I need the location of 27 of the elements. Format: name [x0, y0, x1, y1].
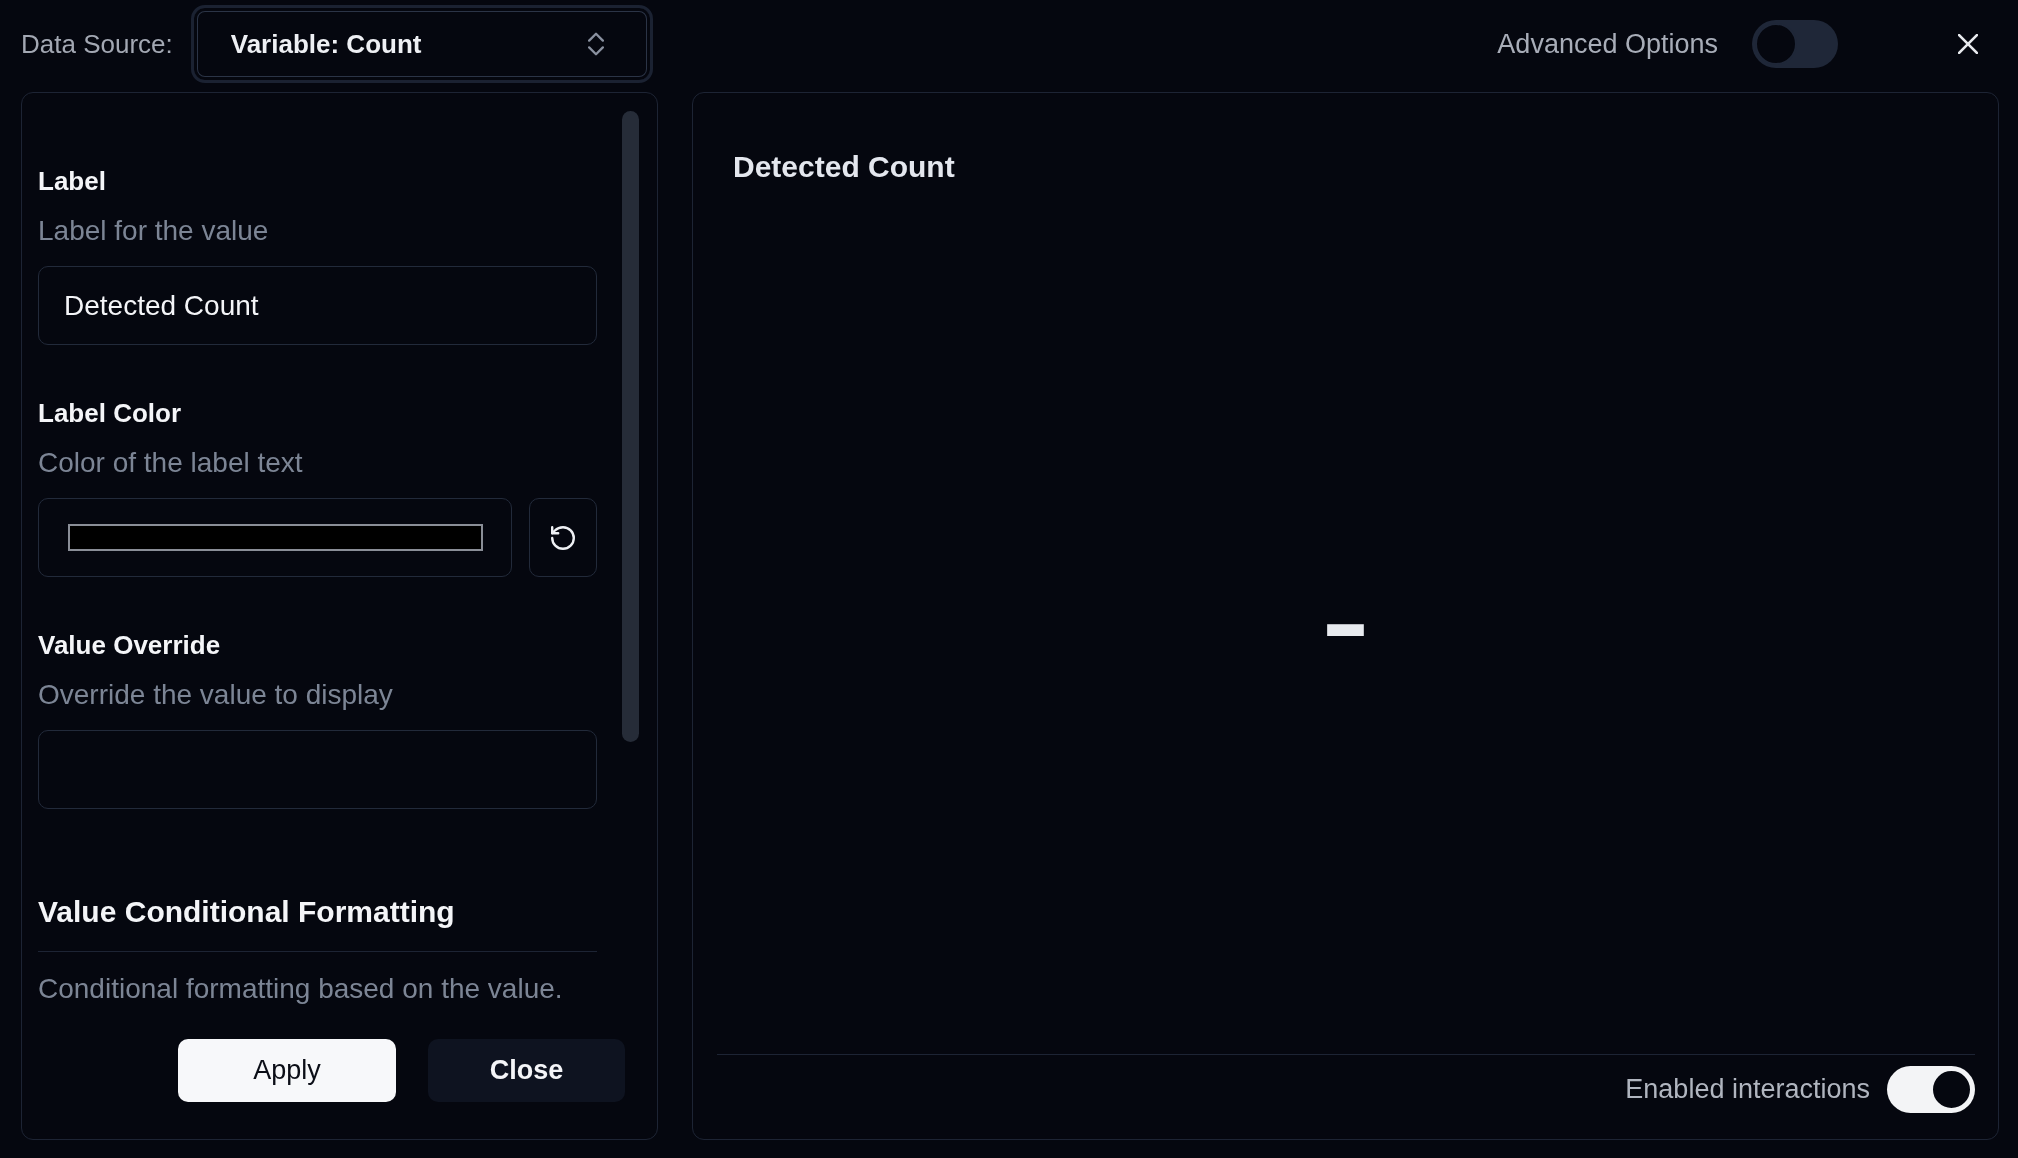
- preview-title: Detected Count: [733, 149, 955, 185]
- advanced-options-label: Advanced Options: [1497, 28, 1718, 60]
- scrollbar-thumb[interactable]: [622, 111, 639, 742]
- close-icon: [1958, 34, 1978, 54]
- dropdown[interactable]: Variable: Count: [190, 5, 653, 83]
- section-description: Conditional formatting based on the value.: [38, 972, 564, 1006]
- close-button[interactable]: [1958, 34, 1978, 54]
- field-description: Label for the value: [38, 214, 270, 248]
- field-description: Color of the label text: [38, 446, 304, 480]
- reset-button[interactable]: [529, 498, 597, 577]
- apply-button[interactable]: Apply: [178, 1039, 396, 1102]
- section-title: Value Conditional Formatting: [38, 894, 456, 930]
- field-label: Label: [38, 165, 107, 198]
- chevron-up-down-icon: [587, 32, 604, 56]
- reset-icon: [551, 525, 575, 550]
- toggle-switch[interactable]: [1752, 20, 1838, 68]
- data-source-label: Data Source:: [21, 28, 173, 60]
- field-label: Label Color: [38, 397, 182, 430]
- field-label: Value Override: [38, 629, 222, 662]
- toggle-switch[interactable]: [1887, 1066, 1975, 1113]
- text-field[interactable]: Detected Count: [38, 266, 597, 345]
- close-button[interactable]: Close: [428, 1039, 625, 1102]
- color-field[interactable]: [38, 498, 512, 577]
- value-text: -: [1320, 597, 1371, 638]
- interactions-label: Enabled interactions: [1625, 1074, 1870, 1105]
- field-description: Override the value to display: [38, 678, 394, 712]
- text-field[interactable]: [38, 730, 597, 809]
